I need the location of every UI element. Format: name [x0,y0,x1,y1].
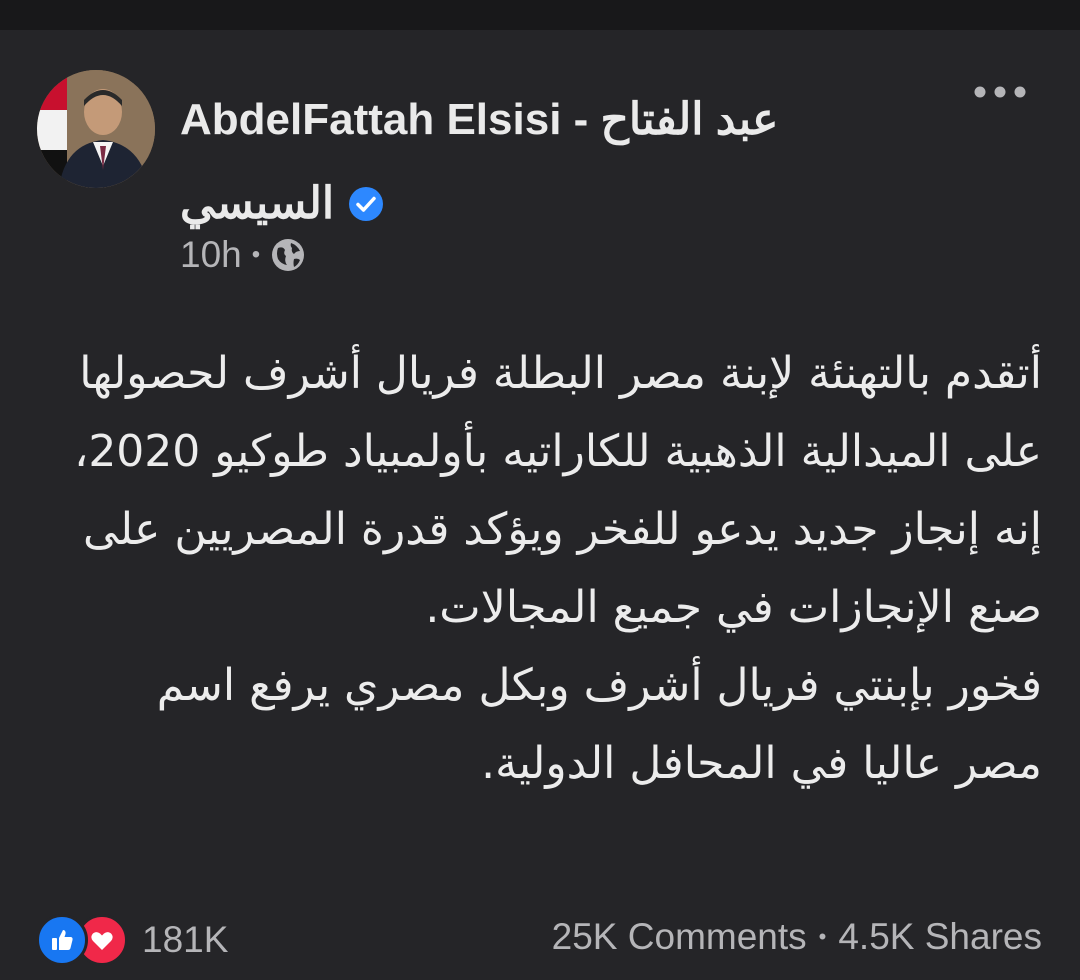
post-time[interactable]: 10h [180,234,242,276]
author-name[interactable]: AbdelFattah Elsisi - عبد الفتاح السيسي [180,78,940,246]
like-icon [36,914,88,966]
reactions-summary[interactable]: 181K [36,914,228,966]
avatar[interactable] [37,70,155,188]
status-strip [0,0,1080,30]
post-footer: 181K 25K Comments • 4.5K Shares [0,910,1080,970]
meta-separator: • [251,241,261,268]
post-card: AbdelFattah Elsisi - عبد الفتاح السيسي 1… [0,30,1080,980]
globe-icon [272,239,305,271]
avatar-portrait-image [37,70,155,188]
reaction-count[interactable]: 181K [142,919,228,961]
post-body: أتقدم بالتهنئة لإبنة مصر البطلة فريال أش… [70,335,1042,803]
stats-separator: • [818,924,827,949]
comments-count[interactable]: 25K Comments [552,916,807,958]
more-options-icon[interactable] [972,80,1028,104]
shares-count[interactable]: 4.5K Shares [838,916,1042,958]
post-paragraph-1: أتقدم بالتهنئة لإبنة مصر البطلة فريال أش… [74,348,1042,633]
post-paragraph-2: فخور بإبنتي فريال أشرف وبكل مصري يرفع اس… [156,660,1042,789]
author-name-line1[interactable]: AbdelFattah Elsisi - عبد الفتاح [180,78,940,162]
engagement-stats: 25K Comments • 4.5K Shares [552,916,1042,958]
verified-badge-icon [349,187,384,221]
post-meta: 10h • [180,230,306,280]
